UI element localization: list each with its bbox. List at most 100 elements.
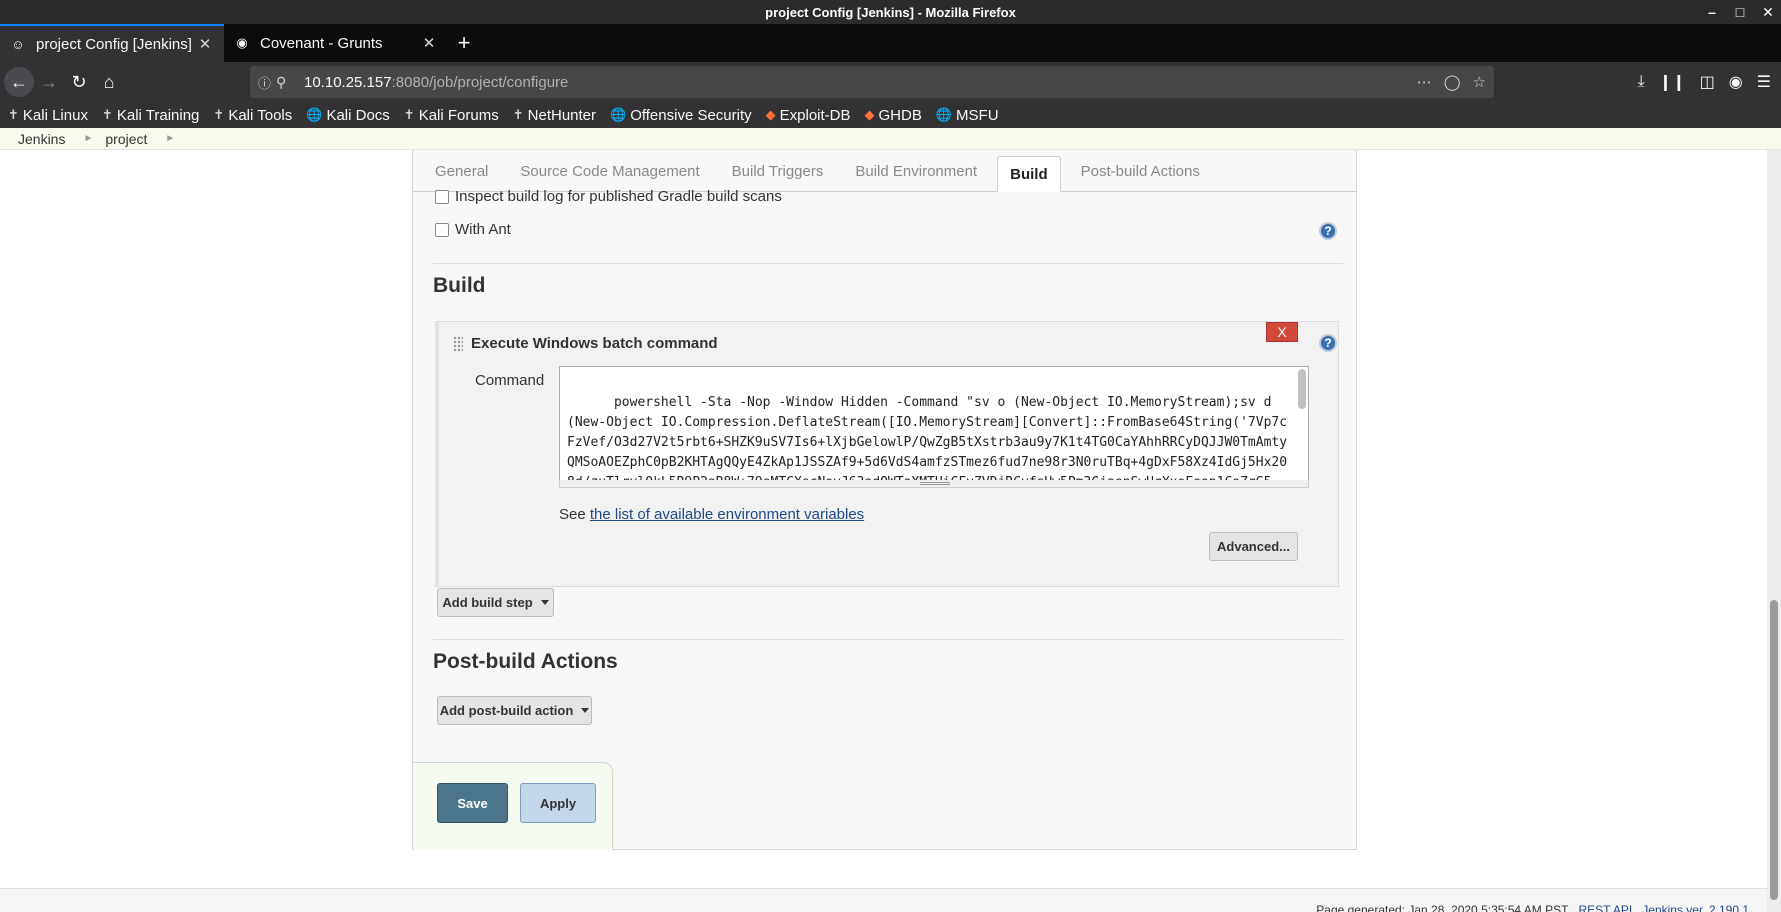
downloads-icon[interactable]: ⤓ — [1638, 73, 1645, 91]
page-actions-icon[interactable]: ⋯ — [1417, 73, 1432, 91]
tab-source-code-management[interactable]: Source Code Management — [508, 151, 711, 191]
tab-label: project Config [Jenkins] — [36, 35, 192, 53]
section-divider — [433, 639, 1343, 640]
exploit-db-icon: ◆ — [864, 107, 875, 122]
textarea-scrollbar[interactable] — [1298, 369, 1306, 409]
textarea-resize-grip[interactable] — [559, 480, 1309, 488]
tab-label: Covenant - Grunts — [260, 34, 383, 52]
kali-icon: ✝ — [101, 107, 113, 122]
env-vars-link[interactable]: the list of available environment variab… — [590, 506, 864, 523]
nav-bar: ← → ↻ ⌂ ⓘ ⚲ 10.10.25.157:8080/job/projec… — [0, 62, 1781, 102]
sidebar-icon[interactable]: ◫ — [1700, 72, 1715, 92]
url-path: :8080/job/project/configure — [391, 73, 569, 91]
bookmark-exploit-db[interactable]: ◆ Exploit-DB — [766, 107, 851, 124]
page-scrollbar-thumb[interactable] — [1770, 600, 1778, 900]
help-icon[interactable]: ? — [1319, 334, 1337, 352]
kali-icon: ✝ — [403, 107, 415, 122]
command-text: powershell -Sta -Nop -Window Hidden -Com… — [567, 395, 1288, 481]
rest-api-link[interactable]: REST API — [1578, 903, 1632, 912]
config-tab-bar: General Source Code Management Build Tri… — [413, 150, 1356, 192]
bookmark-ghdb[interactable]: ◆ GHDB — [865, 107, 922, 124]
pocket-icon[interactable]: ◯ — [1444, 73, 1461, 91]
back-icon[interactable]: ← — [4, 67, 34, 97]
chevron-down-icon — [540, 600, 549, 605]
close-tab-icon[interactable]: ✕ — [420, 34, 438, 52]
bookmark-star-icon[interactable]: ☆ — [1473, 73, 1486, 91]
breadcrumb: Jenkins ► project ► — [0, 128, 1781, 150]
url-host: 10.10.25.157 — [304, 73, 392, 91]
page-generated-text: Page generated: Jan 28, 2020 5:35:54 AM … — [1316, 903, 1569, 912]
chevron-down-icon — [581, 708, 590, 713]
build-section-title: Build — [433, 274, 486, 297]
jenkins-favicon: ☺ — [11, 36, 25, 52]
bookmark-offensive-security[interactable]: 🌐 Offensive Security — [610, 107, 752, 124]
globe-icon: 🌐 — [610, 107, 627, 122]
add-build-step-label: Add build step — [442, 595, 533, 610]
build-step-title: Execute Windows batch command — [471, 335, 718, 352]
form-button-bar: Save Apply — [413, 762, 613, 850]
bookmark-msfu[interactable]: 🌐 MSFU — [936, 107, 999, 124]
toolbar-right: ⤓ ❙❙ ◫ ◉ ☰ — [1638, 62, 1781, 102]
apply-button[interactable]: Apply — [520, 783, 596, 823]
bookmark-kali-linux[interactable]: ✝ Kali Linux — [8, 107, 88, 124]
window-title: project Config [Jenkins] - Mozilla Firef… — [765, 4, 1016, 20]
add-post-build-action-button[interactable]: Add post-build action — [437, 696, 592, 725]
page-footer: Page generated: Jan 28, 2020 5:35:54 AM … — [0, 888, 1767, 912]
tab-strip: ☺ project Config [Jenkins] ✕ ◉ Covenant … — [0, 24, 1781, 62]
advanced-button[interactable]: Advanced... — [1209, 532, 1298, 561]
drag-handle-icon[interactable] — [453, 336, 463, 352]
reload-icon[interactable]: ↻ — [64, 67, 94, 97]
menu-icon[interactable]: ☰ — [1757, 72, 1771, 92]
tab-build-triggers[interactable]: Build Triggers — [720, 151, 836, 191]
tab-general[interactable]: General — [423, 151, 500, 191]
tab-build[interactable]: Build — [997, 156, 1061, 192]
os-titlebar: project Config [Jenkins] - Mozilla Firef… — [0, 0, 1781, 24]
gradle-scan-label: Inspect build log for published Gradle b… — [455, 188, 782, 205]
bookmark-kali-docs[interactable]: 🌐 Kali Docs — [306, 107, 390, 124]
maximize-icon[interactable]: □ — [1733, 4, 1747, 20]
breadcrumb-project[interactable]: project — [101, 131, 157, 147]
close-tab-icon[interactable]: ✕ — [196, 35, 214, 53]
url-bar[interactable]: ⓘ ⚲ 10.10.25.157:8080/job/project/config… — [250, 66, 1494, 98]
save-button[interactable]: Save — [437, 783, 508, 823]
jenkins-version-link[interactable]: Jenkins ver. 2.190.1 — [1642, 903, 1749, 912]
tab-covenant-grunts[interactable]: ◉ Covenant - Grunts ✕ — [224, 24, 448, 62]
bookmark-nethunter[interactable]: ✝ NetHunter — [513, 107, 596, 124]
kali-icon: ✝ — [8, 107, 19, 122]
footer-text: Page generated: Jan 28, 2020 5:35:54 AM … — [1316, 903, 1749, 912]
kali-icon: ✝ — [213, 107, 225, 122]
with-ant-checkbox[interactable] — [435, 222, 449, 237]
close-window-icon[interactable]: ✕ — [1761, 4, 1775, 21]
chevron-right-icon[interactable]: ► — [157, 133, 183, 144]
home-icon[interactable]: ⌂ — [94, 67, 124, 97]
new-tab-icon[interactable]: + — [448, 24, 480, 62]
library-icon[interactable]: ❙❙ — [1659, 72, 1686, 92]
key-icon[interactable]: ⚲ — [276, 74, 296, 91]
account-icon[interactable]: ◉ — [1729, 72, 1743, 92]
tab-post-build-actions[interactable]: Post-build Actions — [1069, 151, 1212, 191]
globe-icon: 🌐 — [306, 107, 323, 122]
forward-icon[interactable]: → — [34, 67, 64, 97]
with-ant-label: With Ant — [455, 221, 511, 238]
help-icon[interactable]: ? — [1319, 222, 1337, 240]
bookmark-kali-forums[interactable]: ✝ Kali Forums — [404, 107, 499, 124]
minimize-icon[interactable]: – — [1705, 4, 1719, 20]
breadcrumb-jenkins[interactable]: Jenkins — [0, 131, 75, 147]
bookmark-kali-tools[interactable]: ✝ Kali Tools — [213, 107, 292, 124]
delete-step-button[interactable]: X — [1266, 322, 1298, 342]
see-text: See — [559, 506, 590, 523]
gradle-scan-checkbox[interactable] — [435, 189, 449, 204]
post-build-section-title: Post-build Actions — [433, 650, 618, 673]
bookmarks-bar: ✝ Kali Linux ✝ Kali Training ✝ Kali Tools 🌐… — [0, 102, 1781, 128]
env-vars-hint: See the list of available environment va… — [559, 506, 864, 523]
chevron-right-icon[interactable]: ► — [75, 133, 101, 144]
tab-build-environment[interactable]: Build Environment — [843, 151, 989, 191]
gradle-scan-option: Inspect build log for published Gradle b… — [435, 188, 782, 205]
add-build-step-button[interactable]: Add build step — [437, 588, 554, 617]
bookmark-kali-training[interactable]: ✝ Kali Training — [102, 107, 199, 124]
tab-jenkins-config[interactable]: ☺ project Config [Jenkins] ✕ — [0, 24, 224, 62]
site-info-icon[interactable]: ⓘ — [258, 73, 276, 92]
config-panel: General Source Code Management Build Tri… — [412, 150, 1357, 850]
page-scrollbar[interactable] — [1767, 150, 1781, 912]
command-textarea[interactable]: powershell -Sta -Nop -Window Hidden -Com… — [559, 366, 1309, 482]
